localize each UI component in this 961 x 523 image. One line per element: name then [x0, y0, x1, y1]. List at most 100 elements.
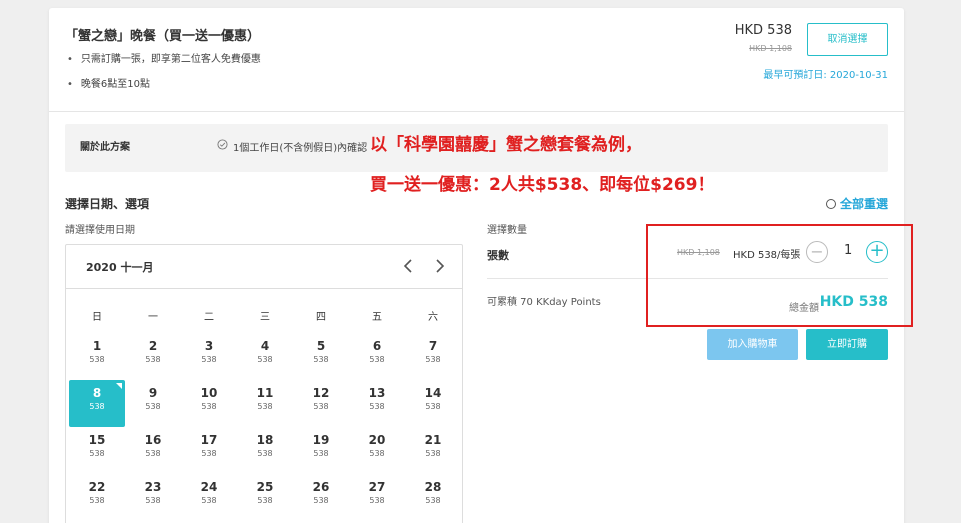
calendar-day[interactable]: 19 538: [293, 427, 349, 474]
day-number: 18: [256, 433, 274, 447]
day-number: 23: [144, 480, 162, 494]
calendar-day[interactable]: 9 538: [125, 380, 181, 427]
day-number: 25: [256, 480, 274, 494]
day-number: 28: [424, 480, 442, 494]
day-number: 9: [148, 386, 158, 400]
calendar-day[interactable]: 2 538: [125, 333, 181, 380]
calendar-day[interactable]: 24 538: [181, 474, 237, 521]
calendar-day[interactable]: 20 538: [349, 427, 405, 474]
weekday-label: 六: [428, 312, 438, 323]
reset-label: 全部重選: [839, 197, 888, 211]
day-price: 538: [425, 355, 441, 364]
day-price: 538: [369, 449, 385, 458]
weekday-label: 三: [260, 312, 270, 323]
calendar-day[interactable]: 13 538: [349, 380, 405, 427]
calendar-day[interactable]: 15 538: [69, 427, 125, 474]
chevron-right-icon[interactable]: [434, 254, 446, 283]
calendar-day[interactable]: 1 538: [69, 333, 125, 380]
day-price: 538: [425, 449, 441, 458]
add-to-cart-button[interactable]: 加入購物車: [707, 329, 798, 360]
day-price: 538: [89, 355, 105, 364]
calendar-day[interactable]: 27 538: [349, 474, 405, 521]
reset-all-button[interactable]: 全部重選: [825, 195, 888, 212]
calendar-day[interactable]: 4 538: [237, 333, 293, 380]
day-price: 538: [89, 496, 105, 505]
reward-points: 可累積 70 KKday Points: [487, 297, 601, 308]
day-number: 13: [368, 386, 386, 400]
day-price: 538: [257, 355, 273, 364]
book-now-button[interactable]: 立即訂購: [806, 329, 888, 360]
calendar-day[interactable]: 26 538: [293, 474, 349, 521]
day-number: 24: [200, 480, 218, 494]
refresh-icon: [825, 199, 836, 209]
day-price: 538: [257, 449, 273, 458]
week-row: 22 538 23 538 24 538 25 538 26 538 27 538 28 538: [69, 474, 461, 521]
weekday-label: 日: [92, 312, 102, 323]
day-price: 538: [89, 449, 105, 458]
calendar-day[interactable]: 22 538: [69, 474, 125, 521]
chevron-left-icon[interactable]: [402, 254, 414, 283]
calendar-day-selected[interactable]: 8 538: [69, 380, 125, 427]
calendar-header: 2020 十一月: [66, 245, 462, 289]
day-number: 15: [88, 433, 106, 447]
calendar-day[interactable]: 21 538: [405, 427, 461, 474]
calendar-day[interactable]: 28 538: [405, 474, 461, 521]
day-price: 538: [313, 449, 329, 458]
calendar-day[interactable]: 10 538: [181, 380, 237, 427]
divider: [49, 111, 904, 112]
about-plan-label: 關於此方案: [80, 142, 130, 153]
day-price: 538: [369, 496, 385, 505]
highlight-item: 晚餐6點至10點: [67, 77, 261, 102]
weekday-label: 一: [148, 312, 158, 323]
calendar-day[interactable]: 5 538: [293, 333, 349, 380]
calendar-day[interactable]: 12 538: [293, 380, 349, 427]
calendar: 2020 十一月 日 一 二 三 四 五 六 1 538 2 538 3 538 4 538 5…: [65, 244, 463, 523]
weekday-label: 四: [316, 312, 326, 323]
calendar-day[interactable]: 14 538: [405, 380, 461, 427]
quantity-section-label: 選擇數量: [487, 225, 527, 236]
day-number: 10: [200, 386, 218, 400]
calendar-day[interactable]: 16 538: [125, 427, 181, 474]
calendar-weeks: 1 538 2 538 3 538 4 538 5 538 6 538 7 538 8 538 9 538 10 53…: [69, 333, 461, 521]
section-title: 選擇日期、選項: [65, 197, 150, 211]
calendar-day[interactable]: 23 538: [125, 474, 181, 521]
day-number: 14: [424, 386, 442, 400]
calendar-day[interactable]: 25 538: [237, 474, 293, 521]
weekday-label: 五: [372, 312, 382, 323]
day-price: 538: [145, 355, 161, 364]
package-price: HKD 538: [734, 23, 792, 38]
week-row: 15 538 16 538 17 538 18 538 19 538 20 538 21 538: [69, 427, 461, 474]
ticket-type-label: 張數: [487, 249, 509, 262]
calendar-day[interactable]: 18 538: [237, 427, 293, 474]
weekday-row: 日 一 二 三 四 五 六: [69, 297, 461, 333]
day-price: 538: [257, 496, 273, 505]
day-number: 11: [256, 386, 274, 400]
highlight-item: 只需訂購一張，即享第二位客人免費優惠: [67, 52, 261, 77]
annotation-line-2: 買一送一優惠：2人共$538、即每位$269！: [370, 175, 715, 195]
day-price: 538: [201, 496, 217, 505]
day-number: 12: [312, 386, 330, 400]
day-number: 1: [92, 339, 102, 353]
cancel-selection-button[interactable]: 取消選擇: [807, 23, 888, 56]
day-number: 21: [424, 433, 442, 447]
day-price: 538: [425, 402, 441, 411]
day-number: 3: [204, 339, 214, 353]
day-number: 19: [312, 433, 330, 447]
calendar-day[interactable]: 17 538: [181, 427, 237, 474]
day-number: 6: [372, 339, 382, 353]
calendar-day[interactable]: 6 538: [349, 333, 405, 380]
day-price: 538: [369, 402, 385, 411]
date-prompt: 請選擇使用日期: [65, 225, 135, 236]
annotation-line-1: 以「科學園囍慶」蟹之戀套餐為例，: [370, 135, 642, 155]
calendar-day[interactable]: 3 538: [181, 333, 237, 380]
day-price: 538: [425, 496, 441, 505]
day-price: 538: [313, 402, 329, 411]
day-price: 538: [201, 449, 217, 458]
calendar-month: 2020 十一月: [86, 261, 154, 274]
day-number: 2: [148, 339, 158, 353]
package-original-price: HKD 1,108: [749, 44, 792, 53]
calendar-day[interactable]: 11 538: [237, 380, 293, 427]
day-price: 538: [313, 355, 329, 364]
calendar-day[interactable]: 7 538: [405, 333, 461, 380]
day-price: 538: [369, 355, 385, 364]
